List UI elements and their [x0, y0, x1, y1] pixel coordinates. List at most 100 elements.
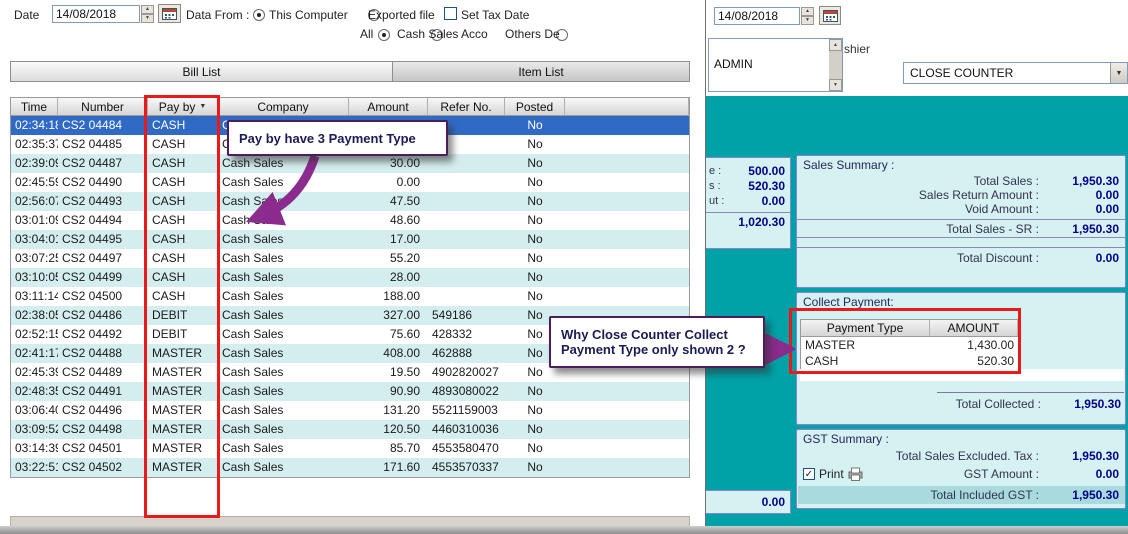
cell-posted: No	[505, 211, 565, 230]
cell-company: Cash Sales	[218, 173, 349, 192]
left-panel-total-value: 1,020.30	[706, 215, 790, 229]
tab-item-list-label: Item List	[518, 65, 563, 79]
total-collected-row: Total Collected : 1,950.30	[797, 395, 1127, 413]
bill-table-header: Time Number Pay by▼ Company Amount Refer…	[11, 98, 689, 116]
dialog-date-spinner[interactable]: ▲ ▼	[801, 7, 814, 25]
column-header-payby[interactable]: Pay by▼	[148, 98, 218, 116]
cashier-scrollbar[interactable]: ▲ ▼	[829, 39, 842, 91]
chevron-down-icon[interactable]: ▼	[1110, 63, 1127, 83]
filter-arrow-icon[interactable]: ▼	[199, 103, 206, 110]
annotation-callout-collect-payment: Why Close Counter Collect Payment Type o…	[549, 316, 765, 368]
gst-included-value: 1,950.30	[1047, 488, 1125, 502]
radio-all[interactable]	[378, 29, 390, 41]
payment-amount-header[interactable]: AMOUNT	[930, 320, 1018, 337]
set-tax-date-checkbox[interactable]	[444, 7, 457, 20]
cell-posted: No	[505, 173, 565, 192]
table-row[interactable]: 03:11:14CS2 04500CASHCash Sales188.00No	[11, 287, 689, 306]
gst-excluded-row: Total Sales Excluded. Tax : 1,950.30	[797, 448, 1125, 463]
cell-company: Cash Sales	[218, 420, 349, 439]
left-panel-label-fragment: e :	[706, 165, 721, 177]
left-panel-label-fragment: ut :	[706, 195, 724, 207]
cell-number: CS2 04495	[58, 230, 148, 249]
cell-number: CS2 04498	[58, 420, 148, 439]
tab-item-list[interactable]: Item List	[393, 61, 690, 82]
cell-company: Cash Sales	[218, 154, 349, 173]
callout-text-line1: Why Close Counter Collect	[561, 327, 753, 342]
cell-company: Cash Sales	[218, 439, 349, 458]
cell-number: CS2 04490	[58, 173, 148, 192]
table-row[interactable]: 03:14:39CS2 04501MASTERCash Sales85.7045…	[11, 439, 689, 458]
column-header-number[interactable]: Number	[58, 98, 148, 116]
column-header-amount-label: Amount	[367, 100, 408, 114]
gst-amount-row: ✓ Print GST Amount : 0.00	[797, 466, 1125, 482]
collect-payment-panel: Collect Payment: Payment Type AMOUNT MAS…	[796, 292, 1126, 425]
cell-refer	[428, 211, 505, 230]
spinner-down-icon[interactable]: ▼	[801, 16, 814, 25]
calendar-button[interactable]	[158, 4, 181, 23]
table-row[interactable]: 03:07:25CS2 04497CASHCash Sales55.20No	[11, 249, 689, 268]
cashier-listbox[interactable]: ADMIN ▲ ▼	[708, 38, 843, 92]
gst-amount-value: 0.00	[1047, 467, 1125, 481]
scrollbar-up-icon[interactable]: ▲	[829, 39, 842, 51]
cell-refer: 428332	[428, 325, 505, 344]
cell-filler	[565, 439, 689, 458]
spinner-up-icon[interactable]: ▲	[141, 5, 154, 14]
table-row[interactable]: 03:04:01CS2 04495CASHCash Sales17.00No	[11, 230, 689, 249]
action-dropdown[interactable]: CLOSE COUNTER ▼	[903, 62, 1128, 84]
summary-label: Total Sales - SR :	[946, 222, 1039, 236]
cell-company: Cash Sales	[218, 249, 349, 268]
scrollbar-down-icon[interactable]: ▼	[829, 79, 842, 91]
table-row[interactable]: 03:22:51CS2 04502MASTERCash Sales171.604…	[11, 458, 689, 477]
payment-row[interactable]: MASTER1,430.00	[801, 337, 1018, 353]
cell-time: 03:06:40	[11, 401, 58, 420]
spinner-up-icon[interactable]: ▲	[801, 7, 814, 16]
bottom-left-partial-panel: 0.00	[706, 490, 791, 514]
radio-this-computer[interactable]	[253, 9, 265, 21]
table-row[interactable]: 02:45:59CS2 04490CASHCash Sales0.00No	[11, 173, 689, 192]
tab-bill-list[interactable]: Bill List	[10, 61, 393, 82]
print-checkbox[interactable]: ✓	[803, 468, 815, 480]
date-spinner[interactable]: ▲ ▼	[141, 5, 154, 23]
dialog-date-input[interactable]: 14/08/2018	[714, 7, 800, 25]
table-row[interactable]: 03:09:52CS2 04498MASTERCash Sales120.504…	[11, 420, 689, 439]
column-header-company-label: Company	[257, 100, 308, 114]
table-row[interactable]: 02:48:35CS2 04491MASTERCash Sales90.9048…	[11, 382, 689, 401]
summary-row: Total Sales :1,950.30	[797, 174, 1125, 188]
summary-row: Sales Return Amount :0.00	[797, 188, 1125, 202]
payment-row[interactable]: CASH520.30	[801, 353, 1018, 369]
left-panel-value: 520.30	[721, 179, 790, 193]
cell-amount: 19.50	[349, 363, 428, 382]
table-row[interactable]: 03:10:05CS2 04499CASHCash Sales28.00No	[11, 268, 689, 287]
column-header-posted[interactable]: Posted	[505, 98, 565, 116]
cell-payby: MASTER	[148, 382, 218, 401]
cell-payby: CASH	[148, 249, 218, 268]
column-header-refer[interactable]: Refer No.	[428, 98, 505, 116]
summary-value: 0.00	[1047, 188, 1125, 202]
cell-number: CS2 04491	[58, 382, 148, 401]
check-icon: ✓	[805, 469, 813, 480]
cell-amount: 55.20	[349, 249, 428, 268]
cell-refer	[428, 268, 505, 287]
column-header-amount[interactable]: Amount	[349, 98, 428, 116]
cell-payby: CASH	[148, 173, 218, 192]
dialog-calendar-button[interactable]	[819, 6, 841, 25]
cell-time: 03:10:05	[11, 268, 58, 287]
payment-table-header: Payment Type AMOUNT	[801, 320, 1018, 337]
table-row[interactable]: 02:39:09CS2 04487CASHCash Sales30.00No	[11, 154, 689, 173]
table-row[interactable]: 03:06:40CS2 04496MASTERCash Sales131.205…	[11, 401, 689, 420]
column-header-time[interactable]: Time	[11, 98, 58, 116]
cell-payby: CASH	[148, 287, 218, 306]
cell-payby: MASTER	[148, 420, 218, 439]
column-header-company[interactable]: Company	[218, 98, 349, 116]
list-item[interactable]: ADMIN	[714, 57, 753, 71]
spinner-down-icon[interactable]: ▼	[141, 14, 154, 23]
left-panel-row: e :500.00	[706, 163, 790, 178]
payment-type-cell: CASH	[801, 353, 930, 369]
cell-posted: No	[505, 192, 565, 211]
close-counter-window: 14/08/2018 ▲ ▼ shier ADMIN ▲ ▼ CLOSE COU…	[705, 0, 1128, 526]
payment-type-header[interactable]: Payment Type	[801, 320, 930, 337]
table-row[interactable]: 02:56:07CS2 04493CASHCash Sales47.50No	[11, 192, 689, 211]
table-row[interactable]: 03:01:09CS2 04494CASHCash Sales48.60No	[11, 211, 689, 230]
date-input[interactable]: 14/08/2018	[52, 5, 140, 23]
cell-filler	[565, 420, 689, 439]
